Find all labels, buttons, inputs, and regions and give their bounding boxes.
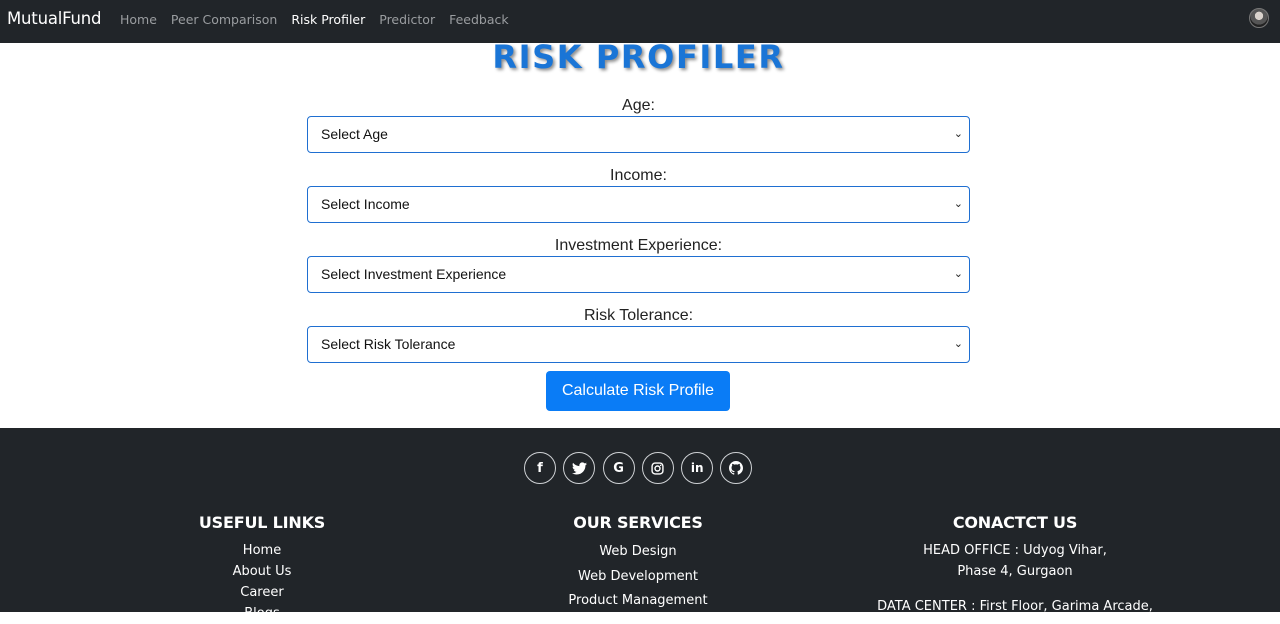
facebook-icon[interactable]: f xyxy=(524,452,556,484)
user-avatar[interactable] xyxy=(1249,8,1269,28)
age-select[interactable]: Select Age ⌄ xyxy=(307,116,970,153)
head-office-line2: Phase 4, Gurgaon xyxy=(957,564,1073,579)
page-title: RISK PROFILER xyxy=(492,38,785,76)
nav-link-feedback[interactable]: Feedback xyxy=(449,12,509,27)
useful-links-column: USEFUL LINKS Home About Us Career Blogs xyxy=(162,512,362,624)
investment-experience-label: Investment Experience: xyxy=(554,237,723,254)
services-heading: OUR SERVICES xyxy=(573,513,703,532)
income-label: Income: xyxy=(610,167,667,184)
github-icon[interactable] xyxy=(720,452,753,484)
chevron-down-icon: ⌄ xyxy=(953,127,963,140)
contact-column: CONACTCT US HEAD OFFICE : Udyog Vihar, P… xyxy=(865,512,1165,617)
nav-link-risk-profiler[interactable]: Risk Profiler xyxy=(291,12,365,27)
chevron-down-icon: ⌄ xyxy=(953,197,963,210)
twitter-icon[interactable] xyxy=(563,452,596,484)
service-product-management[interactable]: Product Management xyxy=(538,589,738,614)
services-column: OUR SERVICES Web Design Web Development … xyxy=(538,512,738,614)
instagram-icon[interactable] xyxy=(641,452,674,484)
footer-link-home[interactable]: Home xyxy=(162,540,362,561)
calculate-risk-profile-button[interactable]: Calculate Risk Profile xyxy=(546,371,730,411)
footer-link-career[interactable]: Career xyxy=(162,582,362,603)
footer-link-about-us[interactable]: About Us xyxy=(162,561,362,582)
risk-tolerance-select-value: Select Risk Tolerance xyxy=(321,336,456,352)
social-links: f G in xyxy=(524,452,760,484)
nav-link-peer-comparison[interactable]: Peer Comparison xyxy=(171,12,277,27)
income-select-value: Select Income xyxy=(321,196,410,212)
useful-links-heading: USEFUL LINKS xyxy=(198,513,326,532)
age-label: Age: xyxy=(622,97,655,114)
age-select-value: Select Age xyxy=(321,126,388,142)
income-select[interactable]: Select Income ⌄ xyxy=(307,186,970,223)
risk-tolerance-label: Risk Tolerance: xyxy=(583,307,694,324)
linkedin-icon[interactable]: in xyxy=(681,452,714,484)
data-center-address: DATA CENTER : First Floor, Garima Arcade… xyxy=(877,599,1153,614)
brand-logo[interactable]: MutualFund xyxy=(7,9,101,28)
head-office-line1: HEAD OFFICE : Udyog Vihar, xyxy=(923,543,1107,558)
service-web-design[interactable]: Web Design xyxy=(538,540,738,565)
navbar: MutualFund Home Peer Comparison Risk Pro… xyxy=(0,0,1280,43)
investment-experience-select-value: Select Investment Experience xyxy=(321,266,507,282)
chevron-down-icon: ⌄ xyxy=(953,267,963,280)
footer: f G in USEFUL LINKS Home About Us Career… xyxy=(0,428,1280,621)
risk-profiler-form: Age: Select Age ⌄ Income: Select Income … xyxy=(307,95,970,375)
investment-experience-select[interactable]: Select Investment Experience ⌄ xyxy=(307,256,970,293)
service-web-development[interactable]: Web Development xyxy=(538,565,738,590)
risk-tolerance-select[interactable]: Select Risk Tolerance ⌄ xyxy=(307,326,970,363)
nav-link-home[interactable]: Home xyxy=(120,12,157,27)
google-icon[interactable]: G xyxy=(602,452,635,484)
nav-links: Home Peer Comparison Risk Profiler Predi… xyxy=(120,12,523,27)
footer-link-blogs[interactable]: Blogs xyxy=(162,603,362,624)
chevron-down-icon: ⌄ xyxy=(953,337,963,350)
nav-link-predictor[interactable]: Predictor xyxy=(379,12,435,27)
contact-heading: CONACTCT US xyxy=(952,513,1078,532)
